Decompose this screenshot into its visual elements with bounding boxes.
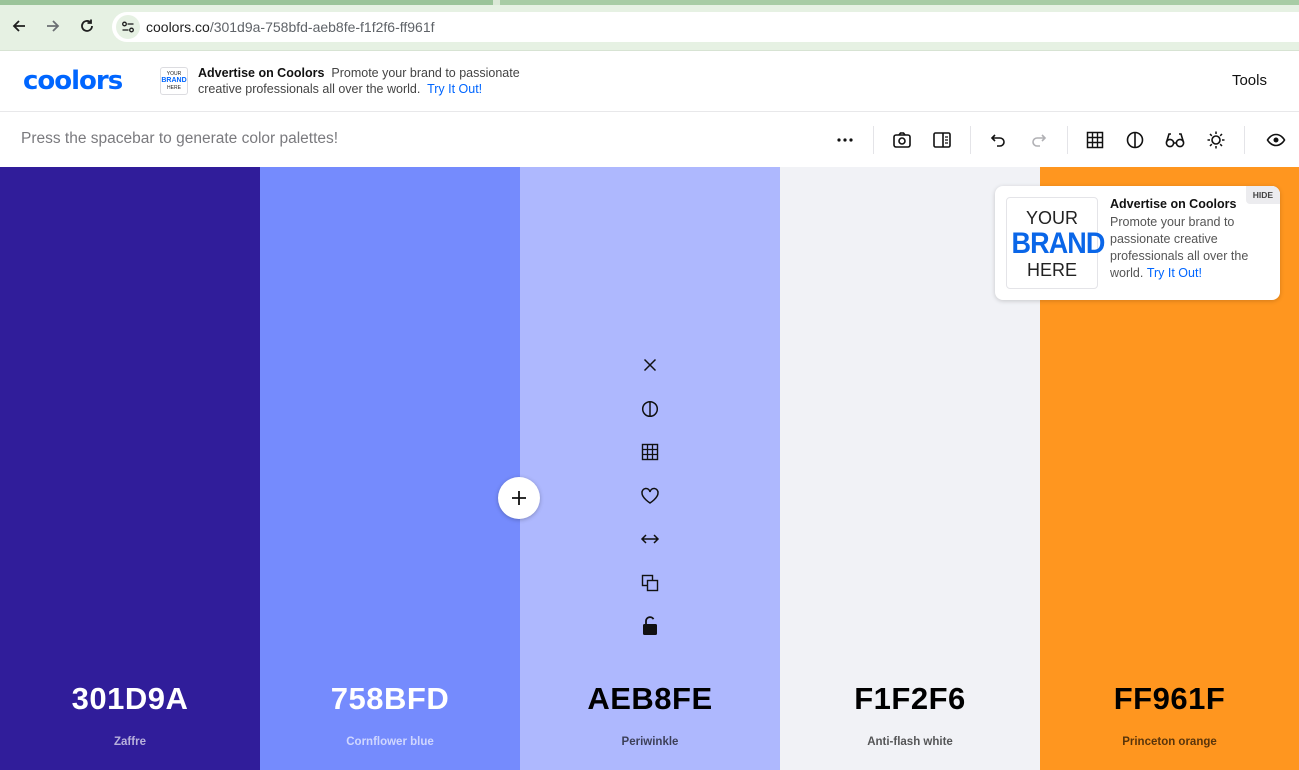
swatch-color-name: Anti-flash white xyxy=(867,736,953,748)
reload-icon xyxy=(81,19,93,32)
swatch-hex-code[interactable]: 758BFD xyxy=(260,681,520,717)
header-ad[interactable]: Advertise on Coolors Promote your brand … xyxy=(198,65,538,97)
close-icon xyxy=(643,358,657,372)
lock-color-button[interactable] xyxy=(632,608,668,644)
contrast-icon xyxy=(641,400,659,417)
side-panel-icon xyxy=(933,132,951,148)
toolbar-divider xyxy=(970,126,971,154)
export-image-button[interactable] xyxy=(885,123,919,157)
color-swatch-cornflower-blue[interactable]: 758BFD Cornflower blue xyxy=(260,167,520,770)
contrast-icon xyxy=(1126,131,1144,149)
url-text: coolors.co/301d9a-758bfd-aeb8fe-f1f2f6-f… xyxy=(146,19,435,35)
view-shades-button[interactable] xyxy=(632,434,668,470)
ad-image-line2: BRAND xyxy=(1011,227,1106,260)
save-color-button[interactable] xyxy=(632,478,668,514)
swatch-contrast-button[interactable] xyxy=(632,391,668,427)
toolbar-divider xyxy=(873,126,874,154)
swatch-tools xyxy=(632,347,668,652)
ad-thumbnail[interactable]: YOUR BRAND HERE xyxy=(160,67,188,95)
swatch-color-name: Princeton orange xyxy=(1122,736,1217,748)
more-icon xyxy=(837,138,853,142)
view-shades-button[interactable] xyxy=(1078,123,1112,157)
heart-icon xyxy=(641,487,659,504)
ad-image-line3: HERE xyxy=(1026,260,1077,280)
tune-icon xyxy=(122,21,134,33)
ad-thumb-line2: BRAND xyxy=(161,77,187,84)
url-host: coolors.co xyxy=(146,19,210,35)
ad-card-title: Advertise on Coolors xyxy=(1110,197,1237,211)
ad-image-line1: YOUR xyxy=(1025,208,1078,228)
swatch-hex-code[interactable]: FF961F xyxy=(1040,681,1299,717)
spacebar-hint: Press the spacebar to generate color pal… xyxy=(21,130,339,147)
glasses-icon xyxy=(1165,133,1185,148)
shades-grid-icon xyxy=(641,443,659,461)
adjust-palette-button[interactable] xyxy=(1199,123,1233,157)
ad-thumb-line3: HERE xyxy=(167,85,181,91)
ad-card-link[interactable]: Try It Out! xyxy=(1147,266,1202,280)
eye-icon xyxy=(1266,133,1286,147)
undo-icon xyxy=(990,134,1005,147)
hide-ad-button[interactable]: HIDE xyxy=(1245,186,1280,204)
remove-color-button[interactable] xyxy=(632,347,668,383)
address-bar[interactable]: coolors.co/301d9a-758bfd-aeb8fe-f1f2f6-f… xyxy=(112,12,1299,42)
header-ad-link[interactable]: Try It Out! xyxy=(427,82,482,96)
color-swatch-zaffre[interactable]: 301D9A Zaffre xyxy=(0,167,260,770)
palette-toolbar: Press the spacebar to generate color pal… xyxy=(0,112,1299,167)
redo-button[interactable] xyxy=(1022,123,1056,157)
back-button[interactable] xyxy=(5,12,33,40)
toolbar-divider xyxy=(1244,126,1245,154)
unlock-icon xyxy=(643,616,657,635)
contrast-checker-button[interactable] xyxy=(1118,123,1152,157)
plus-icon xyxy=(512,491,526,505)
swatch-color-name: Zaffre xyxy=(114,736,146,748)
swatch-color-name: Periwinkle xyxy=(621,736,679,748)
forward-button[interactable] xyxy=(39,12,67,40)
drag-icon xyxy=(640,534,660,544)
ad-card-image[interactable]: YOUR BRAND HERE xyxy=(1006,197,1106,289)
ad-card-body: Promote your brand to passionate creativ… xyxy=(1110,214,1270,282)
browser-toolbar: coolors.co/301d9a-758bfd-aeb8fe-f1f2f6-f… xyxy=(0,5,1299,51)
grid-icon xyxy=(1086,131,1104,149)
header-ad-body-2: creative professionals all over the worl… xyxy=(198,82,421,96)
header-ad-title: Advertise on Coolors xyxy=(198,66,325,80)
tools-menu[interactable]: Tools xyxy=(1232,72,1267,89)
color-swatch-periwinkle[interactable]: AEB8FE Periwinkle xyxy=(520,167,780,770)
forward-arrow-icon xyxy=(47,20,60,32)
swatch-color-name: Cornflower blue xyxy=(346,736,434,748)
url-path: /301d9a-758bfd-aeb8fe-f1f2f6-ff961f xyxy=(209,19,435,35)
undo-button[interactable] xyxy=(981,123,1015,157)
redo-icon xyxy=(1032,134,1047,147)
side-panel-button[interactable] xyxy=(925,123,959,157)
back-arrow-icon xyxy=(12,20,25,32)
camera-icon xyxy=(893,132,911,148)
color-blindness-button[interactable] xyxy=(1158,123,1192,157)
swatch-hex-code[interactable]: AEB8FE xyxy=(520,681,780,717)
toolbar-divider xyxy=(1067,126,1068,154)
site-info-button[interactable] xyxy=(116,15,140,39)
brightness-icon xyxy=(1207,131,1225,149)
drag-handle[interactable] xyxy=(632,521,668,557)
copy-hex-button[interactable] xyxy=(632,565,668,601)
add-color-button[interactable] xyxy=(498,477,540,519)
app-header: coolors YOUR BRAND HERE Advertise on Coo… xyxy=(0,51,1299,112)
reload-button[interactable] xyxy=(73,12,101,40)
header-ad-body-1: Promote your brand to passionate xyxy=(331,66,520,80)
more-options-button[interactable] xyxy=(828,123,862,157)
swatch-hex-code[interactable]: 301D9A xyxy=(0,681,260,717)
quick-view-button[interactable] xyxy=(1259,123,1293,157)
coolors-logo[interactable]: coolors xyxy=(23,66,123,96)
copy-icon xyxy=(641,574,659,591)
ad-card[interactable]: YOUR BRAND HERE Advertise on Coolors Pro… xyxy=(995,186,1280,300)
swatch-hex-code[interactable]: F1F2F6 xyxy=(780,681,1040,717)
